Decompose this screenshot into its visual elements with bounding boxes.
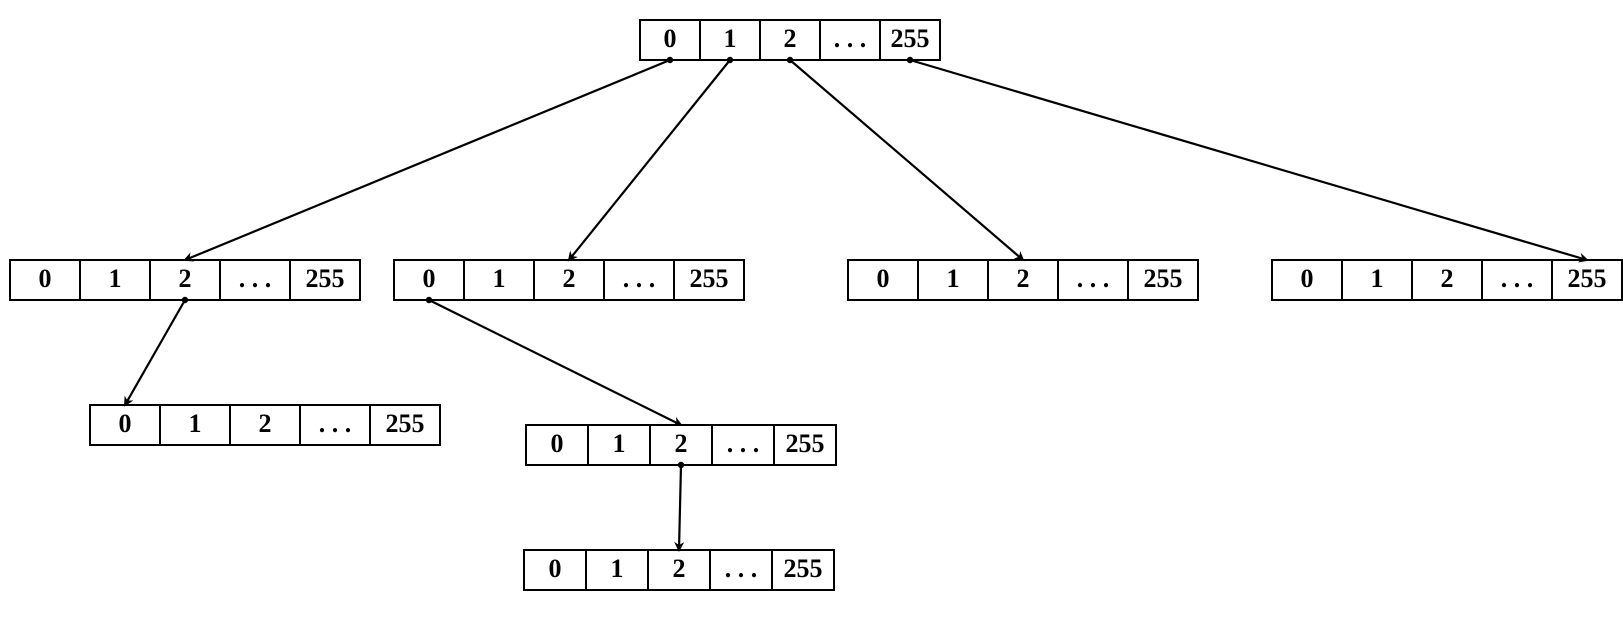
array-cell-label: 1	[611, 554, 624, 583]
array-node-root: 0 1 2 . . . 255	[640, 20, 940, 60]
array-cell-label: 0	[549, 554, 562, 583]
pointer-arrow	[679, 465, 681, 550]
array-cell-label: 2	[1441, 264, 1454, 293]
pointer-arrow	[429, 300, 681, 425]
array-cell-label: 255	[891, 24, 930, 53]
array-cell-label: . . .	[1077, 264, 1110, 293]
array-cell-label: 0	[551, 429, 564, 458]
array-cell-label: 1	[109, 264, 122, 293]
array-cell-label: 255	[784, 554, 823, 583]
array-cell-label: 255	[690, 264, 729, 293]
array-cell-label: 255	[786, 429, 825, 458]
trie-diagram: 0 1 2 . . . 255 0 1 2 . . . 255 0 1 2 . . . 255 0 1 2 . . …	[0, 0, 1623, 619]
array-cell-label: 0	[877, 264, 890, 293]
array-cell-label: 0	[1301, 264, 1314, 293]
array-node-l2d: 0 1 2 . . . 255	[1272, 260, 1622, 300]
array-cell-label: 1	[724, 24, 737, 53]
array-cell-label: 2	[179, 264, 192, 293]
array-cell-label: . . .	[834, 24, 867, 53]
array-cell-label: 0	[423, 264, 436, 293]
pointer-arrow	[790, 60, 1023, 260]
array-cell-label: 1	[613, 429, 626, 458]
pointer-arrow	[569, 60, 730, 260]
array-cell-label: 1	[189, 409, 202, 438]
array-cell-label: 255	[306, 264, 345, 293]
array-cell-label: 255	[386, 409, 425, 438]
array-cell-label: . . .	[319, 409, 352, 438]
array-cell-label: 255	[1144, 264, 1183, 293]
array-cell-label: . . .	[727, 429, 760, 458]
array-cell-label: 2	[673, 554, 686, 583]
array-cell-label: 255	[1568, 264, 1607, 293]
array-cell-label: . . .	[725, 554, 758, 583]
array-cell-label: 2	[259, 409, 272, 438]
array-cell-label: 1	[947, 264, 960, 293]
array-cell-label: 2	[675, 429, 688, 458]
pointer-arrow	[125, 300, 185, 405]
array-node-l2b: 0 1 2 . . . 255	[394, 260, 744, 300]
array-cell-label: 2	[563, 264, 576, 293]
array-cell-label: 0	[664, 24, 677, 53]
array-node-l4: 0 1 2 . . . 255	[524, 550, 834, 590]
array-node-l2a: 0 1 2 . . . 255	[10, 260, 360, 300]
array-cell-label: . . .	[1501, 264, 1534, 293]
array-cell-label: 1	[493, 264, 506, 293]
array-cell-label: 2	[1017, 264, 1030, 293]
array-cell-label: 0	[39, 264, 52, 293]
array-cell-label: 2	[784, 24, 797, 53]
array-cell-label: 1	[1371, 264, 1384, 293]
pointer-arrow	[910, 60, 1587, 260]
pointer-arrow	[185, 60, 670, 260]
array-cell-label: . . .	[623, 264, 656, 293]
array-node-l3b: 0 1 2 . . . 255	[526, 425, 836, 465]
array-node-l3a: 0 1 2 . . . 255	[90, 405, 440, 445]
array-cell-label: . . .	[239, 264, 272, 293]
array-cell-label: 0	[119, 409, 132, 438]
array-node-l2c: 0 1 2 . . . 255	[848, 260, 1198, 300]
